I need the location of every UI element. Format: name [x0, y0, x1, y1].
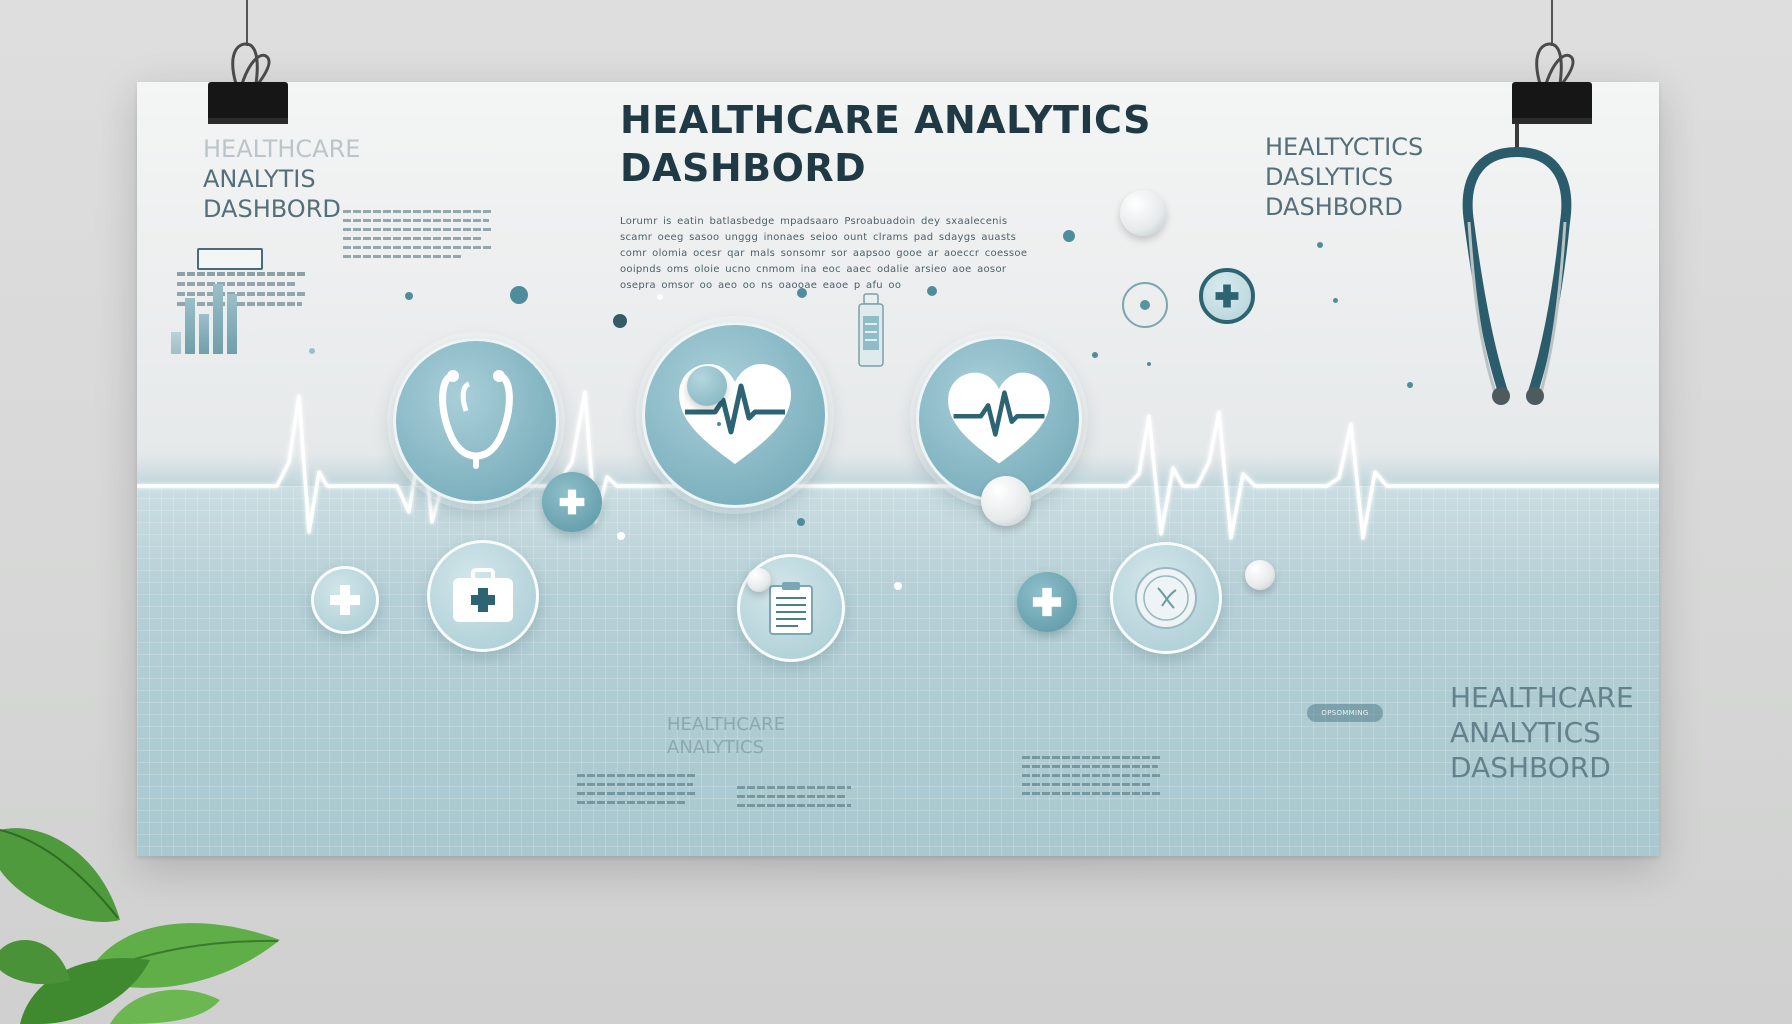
decor-dot — [657, 294, 663, 300]
decor-dot — [1407, 382, 1413, 388]
decor-dot — [510, 286, 528, 304]
ring-dot — [1140, 300, 1150, 310]
medical-seal-icon — [1135, 567, 1197, 629]
clipboard-icon — [769, 582, 813, 635]
medical-cross-icon — [1032, 587, 1062, 617]
decor-dot — [309, 348, 315, 354]
status-badge-label: OPSOMMING — [1321, 709, 1369, 717]
plus-circle-right[interactable] — [1017, 572, 1077, 632]
medical-cross-icon — [1215, 284, 1239, 308]
sphere — [687, 366, 727, 406]
status-badge[interactable]: OPSOMMING — [1307, 704, 1383, 722]
sphere — [981, 476, 1031, 526]
decor-dot — [613, 314, 627, 328]
decor-dot — [1063, 230, 1075, 242]
ecg-heartbeat-line — [137, 390, 1659, 540]
decor-dot — [617, 532, 625, 540]
stethoscope-circle[interactable] — [393, 338, 559, 504]
decor-dot — [1092, 352, 1098, 358]
heart-pulse-icon — [948, 372, 1050, 464]
first-aid-kit-icon — [453, 568, 513, 622]
plus-circle-left[interactable] — [311, 566, 379, 634]
decor-dot — [405, 292, 413, 300]
decor-dot — [1147, 362, 1151, 366]
plant-leaves — [0, 828, 280, 1024]
decor-dot — [1333, 298, 1338, 303]
medicine-bottle-icon — [858, 293, 884, 367]
medical-cross-icon — [559, 489, 585, 515]
sphere — [1245, 560, 1275, 590]
first-aid-circle[interactable] — [427, 540, 539, 652]
dashboard-poster: HEALTHCARE ANALYTICS DASHBORD Lorumr is … — [137, 82, 1659, 856]
decor-dot — [717, 422, 721, 426]
decor-dot — [797, 518, 805, 526]
binder-clip-right — [1512, 42, 1592, 124]
decor-dot — [797, 288, 807, 298]
stethoscope-icon — [439, 370, 513, 469]
decor-dot — [927, 286, 937, 296]
hanging-stethoscope-icon — [1462, 112, 1572, 405]
decor-dot — [894, 582, 902, 590]
medical-cross-icon — [330, 585, 360, 615]
decor-dot — [1317, 242, 1323, 248]
seal-circle[interactable] — [1110, 542, 1222, 654]
sphere — [1120, 190, 1166, 236]
sphere — [747, 568, 771, 592]
ring-icon — [1122, 282, 1168, 328]
binder-clip-left — [208, 42, 288, 124]
plus-badge-top-right[interactable] — [1199, 268, 1255, 324]
heart-circle-main[interactable] — [642, 322, 828, 508]
plus-circle-small[interactable] — [542, 472, 602, 532]
